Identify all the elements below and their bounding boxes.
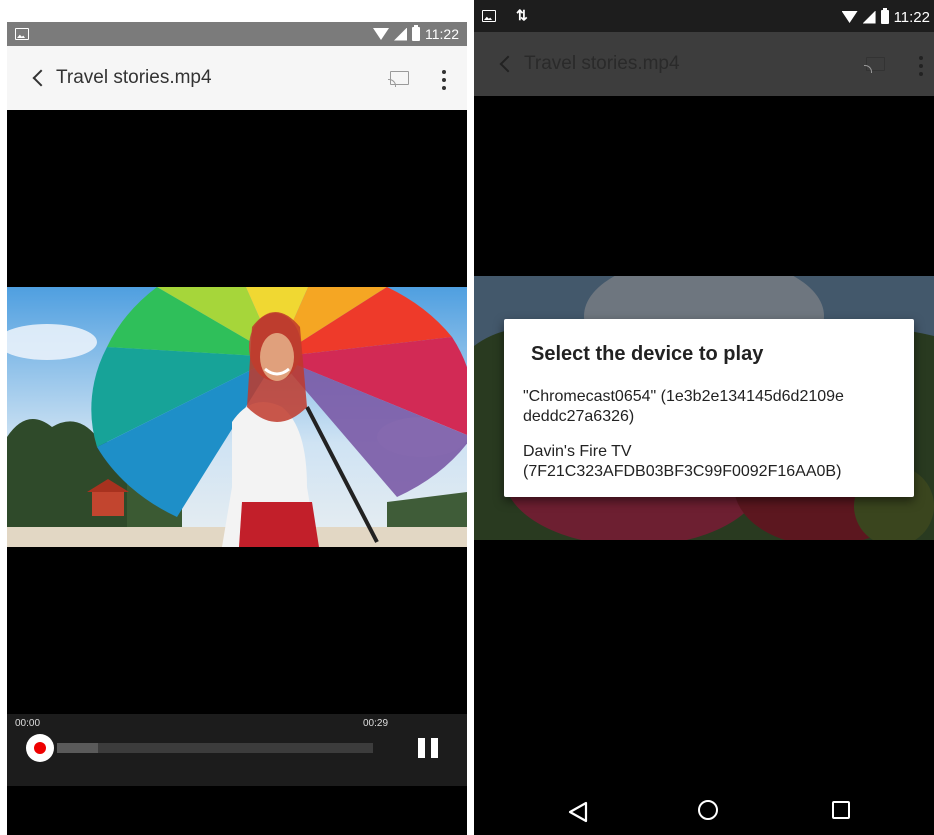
battery-icon bbox=[880, 8, 889, 24]
device-select-dialog: Select the device to play "Chromecast065… bbox=[504, 319, 914, 497]
player-controls: 00:00 00:29 bbox=[7, 714, 467, 786]
cast-icon bbox=[864, 57, 885, 73]
buffered-fill bbox=[57, 743, 99, 753]
dialog-title: Select the device to play bbox=[531, 343, 764, 365]
status-time: 11:22 bbox=[425, 26, 459, 42]
back-icon bbox=[499, 55, 517, 73]
video-title: Travel stories.mp4 bbox=[524, 53, 680, 74]
cast-icon[interactable] bbox=[388, 71, 409, 87]
wifi-icon bbox=[841, 11, 858, 23]
device-option-line: (7F21C323AFDB03BF3C99F0092F16AA0B) bbox=[523, 463, 842, 480]
right-screen: ⇅ 11:22 Travel stories.mp4 Select the de… bbox=[474, 0, 934, 835]
data-arrows-icon: ⇅ bbox=[516, 7, 528, 23]
status-bar: ⇅ 11:22 bbox=[474, 0, 934, 32]
more-options-icon[interactable] bbox=[442, 78, 446, 82]
seek-thumb[interactable] bbox=[26, 734, 54, 762]
status-time: 11:22 bbox=[893, 8, 930, 26]
battery-icon bbox=[412, 25, 420, 41]
signal-icon bbox=[862, 10, 876, 24]
wifi-icon bbox=[373, 28, 389, 40]
device-option-line: "Chromecast0654" (1e3b2e134145d6d2109e bbox=[523, 388, 844, 405]
seek-bar[interactable] bbox=[57, 743, 373, 753]
recents-square-icon[interactable] bbox=[832, 801, 850, 819]
status-bar: 11:22 bbox=[7, 22, 467, 46]
app-bar-dimmed: Travel stories.mp4 bbox=[474, 32, 934, 96]
video-image bbox=[7, 287, 467, 547]
current-time: 00:00 bbox=[15, 718, 41, 729]
image-notification-icon bbox=[15, 28, 29, 40]
back-triangle-icon[interactable] bbox=[568, 801, 588, 823]
signal-icon bbox=[394, 27, 407, 41]
more-options-icon bbox=[919, 64, 923, 68]
device-option-chromecast[interactable]: "Chromecast0654" (1e3b2e134145d6d2109e d… bbox=[523, 387, 903, 427]
home-circle-icon[interactable] bbox=[698, 800, 718, 820]
app-bar: Travel stories.mp4 bbox=[7, 46, 467, 110]
video-title: Travel stories.mp4 bbox=[56, 67, 212, 88]
device-option-line: Davin's Fire TV bbox=[523, 443, 632, 460]
pause-icon[interactable] bbox=[418, 738, 438, 758]
navigation-bar bbox=[474, 785, 934, 835]
video-frame[interactable] bbox=[7, 287, 467, 547]
left-screen: 11:22 Travel stories.mp4 00:00 00:29 bbox=[7, 22, 467, 835]
duration: 00:29 bbox=[363, 718, 389, 729]
image-notification-icon bbox=[482, 10, 496, 22]
device-option-line: deddc27a6326) bbox=[523, 408, 635, 425]
back-icon[interactable] bbox=[32, 69, 50, 87]
device-option-fire-tv[interactable]: Davin's Fire TV (7F21C323AFDB03BF3C99F00… bbox=[523, 442, 903, 482]
